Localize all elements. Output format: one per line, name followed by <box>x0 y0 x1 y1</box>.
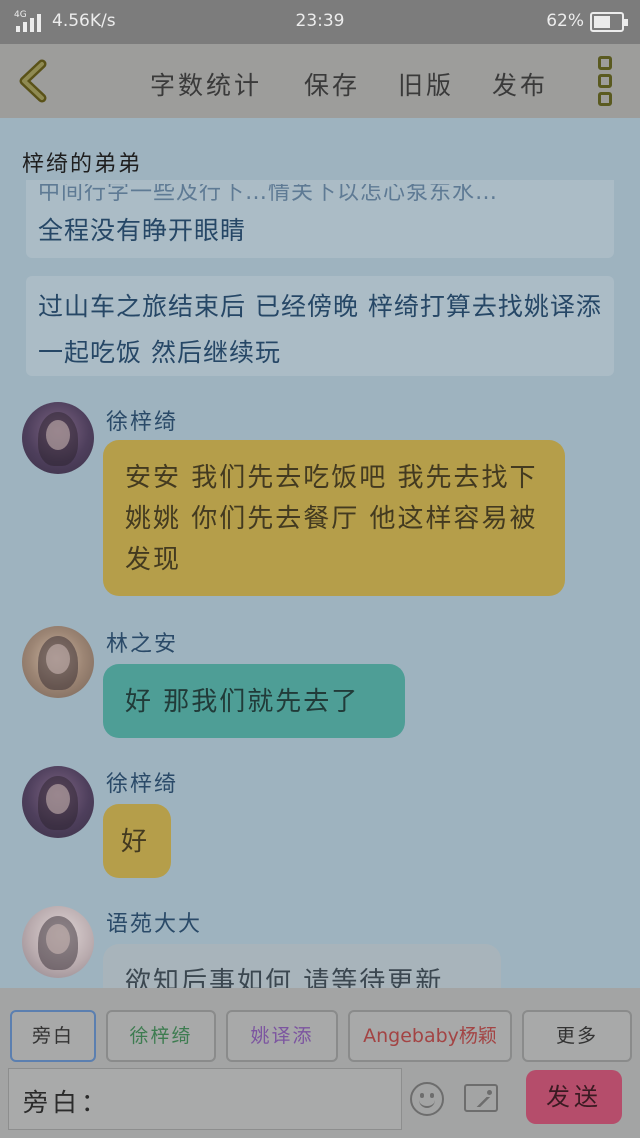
speaker-prefix: 旁白： <box>23 1088 111 1117</box>
narration-faded-line: 中间行字一些及行下…情关下以怎心泵东水… <box>38 184 499 205</box>
message-bubble[interactable]: 安安 我们先去吃饭吧 我先去找下姚姚 你们先去餐厅 他这样容易被发现 <box>103 440 565 596</box>
message-input[interactable]: 旁白： <box>8 1068 402 1130</box>
narration-block[interactable]: 过山车之旅结束后 已经傍晚 梓绮打算去找姚译添一起吃饭 然后继续玩 <box>26 276 614 376</box>
message-bubble[interactable]: 欲知后事如何 请等待更新 <box>103 944 501 988</box>
editor-toolbar: 字数统计 保存 旧版 发布 <box>0 44 640 118</box>
character-chip[interactable]: 姚译添 <box>226 1010 338 1062</box>
message-bubble[interactable]: 好 <box>103 804 171 878</box>
avatar[interactable] <box>22 402 94 474</box>
back-arrow-icon[interactable] <box>14 58 54 104</box>
clock: 23:39 <box>295 11 345 31</box>
sender-name: 徐梓绮 <box>106 410 179 435</box>
word-count-button[interactable]: 字数统计 <box>150 66 262 102</box>
sender-name: 林之安 <box>106 632 179 657</box>
book-title: 梓绮的弟弟 <box>22 152 143 177</box>
narration-block[interactable]: 中间行字一些及行下…情关下以怎心泵东水… 全程没有睁开眼睛 <box>26 180 614 258</box>
sender-name: 语苑大大 <box>106 912 203 937</box>
avatar[interactable] <box>22 766 94 838</box>
character-chip[interactable]: 徐梓绮 <box>106 1010 216 1062</box>
more-characters-button[interactable]: 更多 <box>522 1010 632 1062</box>
image-icon[interactable] <box>464 1084 498 1112</box>
emoji-icon[interactable] <box>410 1082 444 1116</box>
more-menu-icon[interactable] <box>598 56 614 108</box>
character-chip[interactable]: Angebaby杨颖 <box>348 1010 512 1062</box>
avatar[interactable] <box>22 906 94 978</box>
save-button[interactable]: 保存 <box>304 66 360 102</box>
narration-text: 过山车之旅结束后 已经傍晚 梓绮打算去找姚译添一起吃饭 然后继续玩 <box>38 292 602 367</box>
send-button[interactable]: 发送 <box>526 1070 622 1124</box>
sender-name: 徐梓绮 <box>106 772 179 797</box>
composer: 旁白： 发送 <box>0 1068 640 1138</box>
old-version-button[interactable]: 旧版 <box>398 66 454 102</box>
character-chip-narrator[interactable]: 旁白 <box>10 1010 96 1062</box>
battery-level <box>594 16 610 28</box>
narration-text: 全程没有睁开眼睛 <box>38 216 247 245</box>
avatar[interactable] <box>22 626 94 698</box>
message-bubble[interactable]: 好 那我们就先去了 <box>103 664 405 738</box>
battery-icon <box>590 12 628 32</box>
status-bar: 4G 4.56K/s 23:39 62% <box>0 0 640 44</box>
battery-percent: 62% <box>546 11 584 31</box>
publish-button[interactable]: 发布 <box>492 66 548 102</box>
chat-area[interactable]: 中间行字一些及行下…情关下以怎心泵东水… 全程没有睁开眼睛 过山车之旅结束后 已… <box>0 180 640 988</box>
character-selector: 旁白 徐梓绮 姚译添 Angebaby杨颖 更多 <box>0 988 640 1068</box>
